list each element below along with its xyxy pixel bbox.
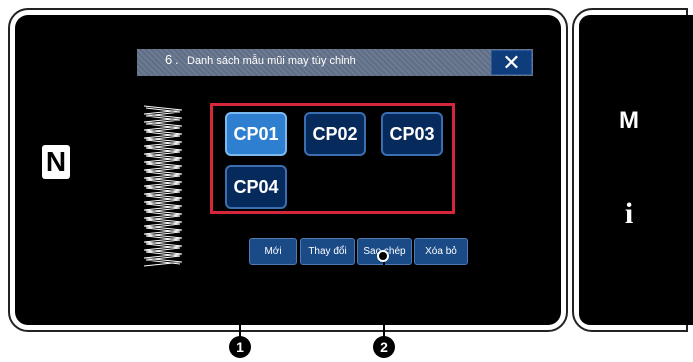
dialog-title-number: 6 (165, 52, 173, 67)
dialog-title: Danh sách mẫu mũi may tùy chỉnh (187, 55, 356, 67)
callout-leader-2 (383, 256, 385, 340)
new-button[interactable]: Mới (249, 238, 297, 265)
callout-1: 1 (229, 336, 251, 358)
dialog-title-dot: . (175, 52, 179, 67)
change-button[interactable]: Thay đổi (300, 238, 355, 265)
nfc-icon[interactable]: N (42, 145, 70, 179)
delete-button[interactable]: Xóa bỏ (414, 238, 468, 265)
pattern-button-cp02[interactable]: CP02 (304, 112, 366, 156)
dialog-titlebar: 6 . Danh sách mẫu mũi may tùy chỉnh (137, 49, 533, 76)
side-panel: M i (579, 15, 693, 325)
pattern-button-cp01[interactable]: CP01 (225, 112, 287, 156)
info-button[interactable]: i (579, 197, 679, 231)
close-button[interactable]: ✕ (491, 50, 532, 75)
mode-button[interactable]: M (579, 107, 679, 135)
close-icon: ✕ (502, 50, 521, 75)
nfc-n-glyph: N (45, 146, 67, 177)
pattern-button-cp04[interactable]: CP04 (225, 165, 287, 209)
callout-pointer-dot (377, 250, 389, 262)
callout-2: 2 (373, 336, 395, 358)
callout-leader-1 (239, 214, 241, 338)
stitch-preview (143, 105, 183, 267)
pattern-button-cp03[interactable]: CP03 (381, 112, 443, 156)
